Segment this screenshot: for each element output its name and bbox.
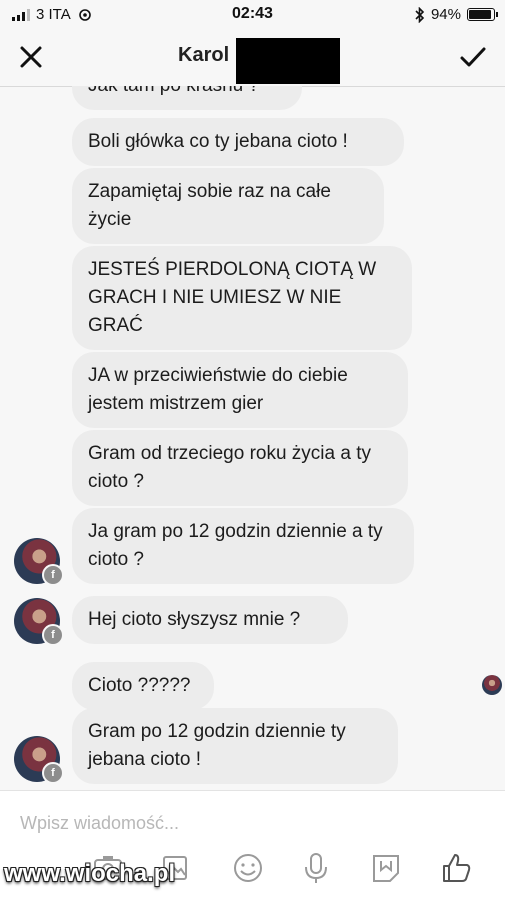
message-text: Gram po 12 godzin dziennie ty jebana cio… bbox=[88, 721, 346, 770]
microphone-icon[interactable] bbox=[300, 851, 332, 885]
sticker-icon[interactable] bbox=[370, 851, 402, 885]
avatar[interactable]: f bbox=[14, 538, 64, 586]
message-text: Boli główka co ty jebana cioto ! bbox=[88, 131, 348, 152]
message-bubble[interactable]: Boli główka co ty jebana cioto ! bbox=[72, 118, 404, 166]
message-bubble[interactable]: Ja gram po 12 godzin dziennie a ty cioto… bbox=[72, 508, 414, 584]
message-text: Cioto ????? bbox=[88, 675, 191, 696]
message-text: Hej cioto słyszysz mnie ? bbox=[88, 609, 301, 630]
messenger-badge-icon: f bbox=[42, 762, 64, 784]
message-text: JA w przeciwieństwie do ciebie jestem mi… bbox=[88, 365, 348, 414]
message-text: Ja gram po 12 godzin dziennie a ty cioto… bbox=[88, 521, 383, 570]
avatar[interactable]: f bbox=[14, 736, 64, 784]
message-bubble[interactable]: Gram od trzeciego roku życia a ty cioto … bbox=[72, 430, 408, 506]
message-text: JESTEŚ PIERDOLONĄ CIOTĄ W GRACH I NIE UM… bbox=[88, 259, 377, 336]
message-bubble[interactable]: Zapamiętaj sobie raz na całe życie bbox=[72, 168, 384, 244]
redaction-box bbox=[236, 38, 340, 84]
contact-name: Karol bbox=[178, 44, 230, 66]
message-bubble[interactable]: Cioto ????? bbox=[72, 662, 214, 710]
message-bubble[interactable]: Gram po 12 godzin dziennie ty jebana cio… bbox=[72, 708, 398, 784]
message-input[interactable]: Wpisz wiadomość... bbox=[20, 813, 490, 834]
message-bubble[interactable]: Jak tam po krasnu ? bbox=[72, 86, 302, 110]
message-text: Gram od trzeciego roku życia a ty cioto … bbox=[88, 443, 371, 492]
seen-indicator-avatar bbox=[482, 675, 502, 695]
messenger-badge-icon: f bbox=[42, 564, 64, 586]
status-right: 94% bbox=[415, 6, 498, 23]
message-bubble[interactable]: JA w przeciwieństwie do ciebie jestem mi… bbox=[72, 352, 408, 428]
messenger-badge-icon: f bbox=[42, 624, 64, 646]
message-list[interactable]: Jak tam po krasnu ? Boli główka co ty je… bbox=[0, 86, 505, 790]
conversation-header: Karol bbox=[0, 30, 505, 87]
thumbs-up-icon[interactable] bbox=[440, 851, 472, 885]
battery-percent: 94% bbox=[430, 6, 461, 23]
close-icon[interactable] bbox=[18, 44, 44, 70]
status-bar: 3 ITA 02:43 94% bbox=[0, 0, 505, 30]
watermark: www.wiocha.pl bbox=[4, 860, 176, 887]
message-bubble[interactable]: JESTEŚ PIERDOLONĄ CIOTĄ W GRACH I NIE UM… bbox=[72, 246, 412, 350]
battery-icon bbox=[467, 8, 498, 21]
bluetooth-icon bbox=[415, 6, 425, 23]
message-text: Jak tam po krasnu ? bbox=[88, 86, 259, 96]
message-text: Zapamiętaj sobie raz na całe życie bbox=[88, 181, 331, 230]
check-icon[interactable] bbox=[459, 44, 487, 70]
emoji-icon[interactable] bbox=[232, 851, 264, 885]
message-bubble[interactable]: Hej cioto słyszysz mnie ? bbox=[72, 596, 348, 644]
avatar[interactable]: f bbox=[14, 598, 64, 646]
